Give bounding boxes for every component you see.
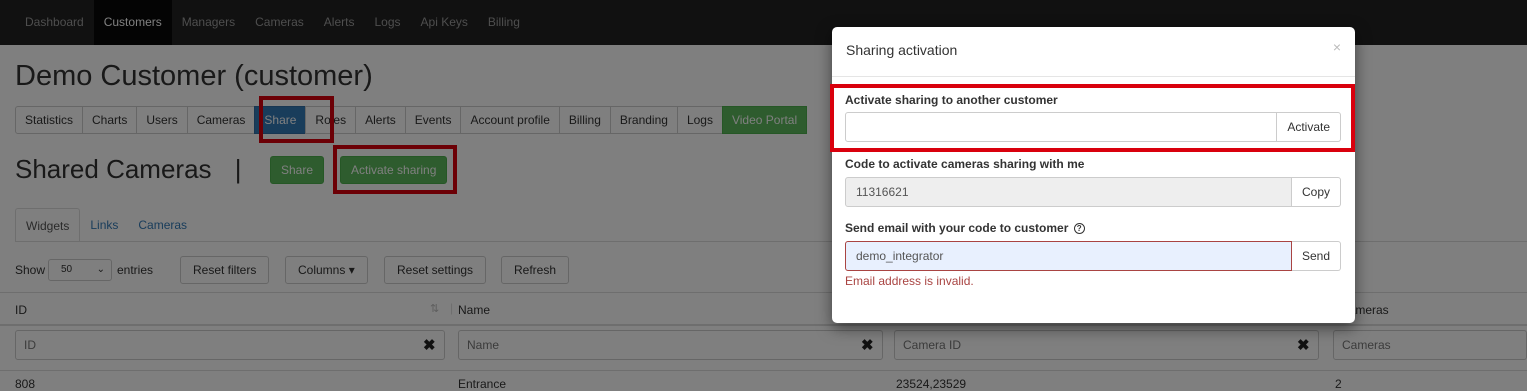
send-email-label: Send email with your code to customer ?	[845, 221, 1085, 235]
modal-header: Sharing activation ×	[832, 27, 1355, 77]
sharing-activation-modal: Sharing activation × Activate sharing to…	[832, 27, 1355, 323]
email-field[interactable]: demo_integrator	[845, 241, 1292, 271]
help-icon[interactable]: ?	[1073, 223, 1085, 234]
send-email-input-group: demo_integrator Send	[845, 241, 1341, 271]
my-code-input-group: 11316621 Copy	[845, 177, 1341, 207]
close-icon[interactable]: ×	[1333, 39, 1341, 55]
my-code-field[interactable]: 11316621	[845, 177, 1292, 207]
modal-title: Sharing activation	[846, 42, 958, 58]
email-error-message: Email address is invalid.	[845, 274, 974, 288]
send-button[interactable]: Send	[1291, 241, 1341, 271]
send-email-label-text: Send email with your code to customer	[845, 221, 1069, 235]
highlight-activate-section	[830, 84, 1355, 152]
copy-button[interactable]: Copy	[1291, 177, 1341, 207]
my-code-label: Code to activate cameras sharing with me	[845, 157, 1085, 171]
